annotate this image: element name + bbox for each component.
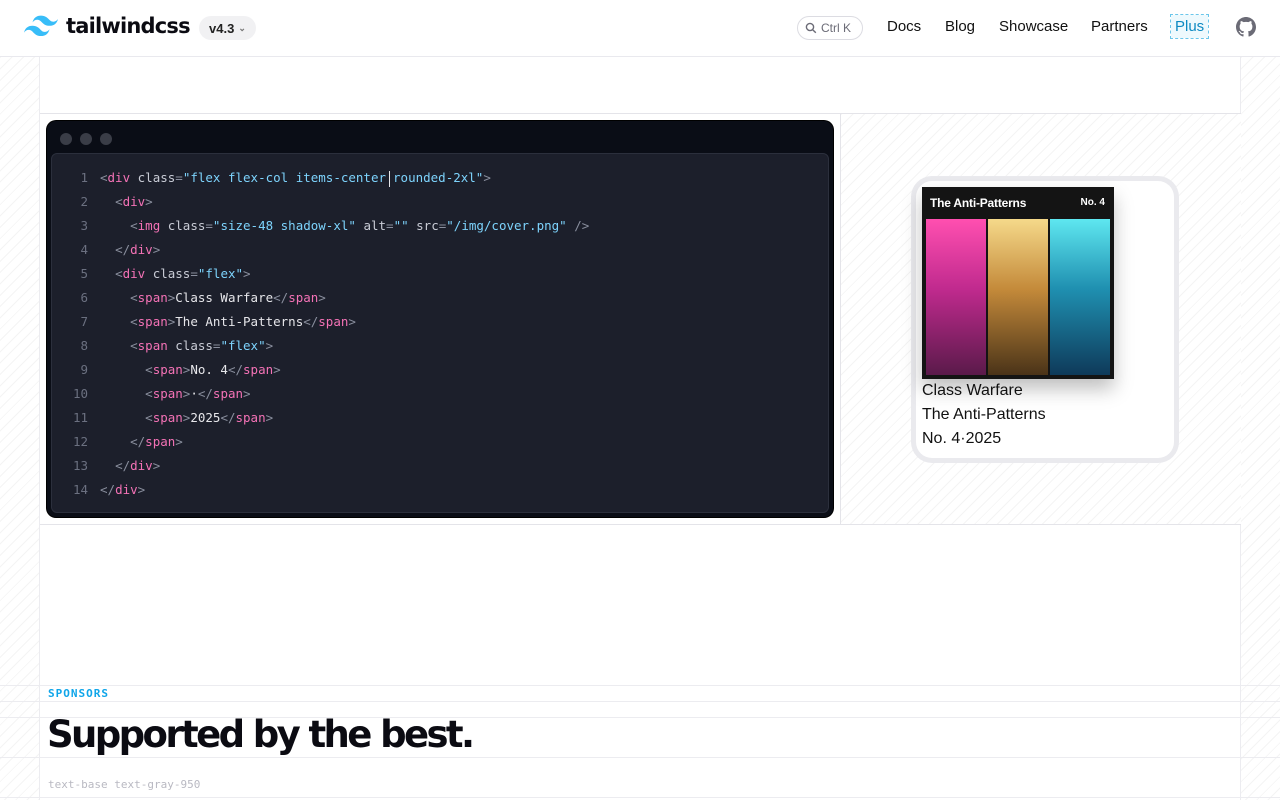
class-value: "size-48 shadow-xl" [212, 218, 356, 233]
text-content: Class Warfare [175, 290, 274, 305]
code-text: <span>No. 4</span> [145, 362, 281, 377]
search-icon [805, 22, 817, 34]
line-number: 3 [80, 218, 88, 233]
line-number: 10 [72, 386, 88, 401]
cover-photo-panel [1050, 219, 1110, 375]
code-text: <span>The Anti-Patterns</span> [130, 314, 356, 329]
line-number: 12 [72, 434, 88, 449]
line-number: 14 [72, 482, 88, 497]
text-content: · [190, 386, 198, 401]
code-text: </div> [115, 458, 161, 473]
code-text: <img class="size-48 shadow-xl" alt="" sr… [130, 218, 590, 233]
code-line: 12 </span> [52, 430, 828, 454]
typography-hint: text-base text-gray-950 [48, 778, 201, 791]
code-text: <span>2025</span> [145, 410, 274, 425]
nav-partners[interactable]: Partners [1091, 18, 1148, 35]
left-gutter-pattern [0, 57, 40, 800]
code-text: <span>Class Warfare</span> [130, 290, 326, 305]
window-dot-icon [60, 133, 72, 145]
class-value: "flex flex-col items-center rounded-2xl" [182, 170, 484, 187]
line-number: 1 [80, 170, 88, 185]
tailwind-logo-icon [24, 15, 58, 37]
class-value: "flex" [197, 266, 244, 281]
grid-line-sponsors-top [0, 685, 1280, 686]
class-value: "flex" [220, 338, 266, 353]
nav-showcase[interactable]: Showcase [999, 18, 1068, 35]
window-dot-icon [100, 133, 112, 145]
grid-line-sponsors-title-bottom [0, 757, 1280, 758]
chevron-down-icon: ⌄ [238, 22, 246, 33]
grid-line-sponsors-label [0, 701, 1280, 702]
band-name: The Anti-Patterns [922, 406, 1046, 423]
cover-number: No. 4 [1080, 197, 1105, 208]
line-number: 6 [80, 290, 88, 305]
code-editor-window: 1 <div class="flex flex-col items-center r… [47, 121, 833, 517]
cover-title: The Anti-Patterns [930, 196, 1027, 210]
text-cursor [389, 170, 391, 187]
sponsors-label: SPONSORS [48, 687, 109, 700]
code-line: 13 </div> [52, 454, 828, 478]
right-gutter-pattern [1241, 57, 1280, 800]
code-line: 3 <img class="size-48 shadow-xl" alt="" … [52, 214, 828, 238]
code-line: 2 <div> [52, 190, 828, 214]
song-title: Class Warfare [922, 382, 1023, 399]
code-line: 1 <div class="flex flex-col items-center r… [52, 166, 828, 190]
version-selector[interactable]: v4.3 ⌄ [199, 16, 256, 40]
line-number: 7 [80, 314, 88, 329]
search-shortcut: Ctrl K [821, 21, 851, 35]
code-text: <span>·</span> [145, 386, 251, 401]
github-icon[interactable] [1236, 17, 1256, 37]
line-number: 13 [72, 458, 88, 473]
window-dot-icon [80, 133, 92, 145]
album-cover: The Anti-Patterns No. 4 [922, 187, 1114, 379]
code-line: 6 <span>Class Warfare</span> [52, 286, 828, 310]
code-line: 9 <span>No. 4</span> [52, 358, 828, 382]
line-number: 4 [80, 242, 88, 257]
brand-wordmark: tailwindcss [66, 14, 191, 38]
site-header: tailwindcss v4.3 ⌄ Ctrl K Docs Blog Show… [0, 0, 1280, 57]
code-line: 5 <div class="flex"> [52, 262, 828, 286]
search-button[interactable]: Ctrl K [797, 16, 863, 40]
code-text: </span> [130, 434, 183, 449]
cover-photo-panel [926, 219, 986, 375]
nav-blog[interactable]: Blog [945, 18, 975, 35]
brand-logo[interactable]: tailwindcss [24, 14, 191, 38]
code-line: 14 </div> [52, 478, 828, 502]
text-content: No. 4 [190, 362, 228, 377]
code-area[interactable]: 1 <div class="flex flex-col items-center r… [51, 153, 829, 513]
code-line: 11 <span>2025</span> [52, 406, 828, 430]
code-line: 7 <span>The Anti-Patterns</span> [52, 310, 828, 334]
text-content: 2025 [190, 410, 221, 425]
src-value: "/img/cover.png" [446, 218, 567, 233]
code-text: <div class="flex flex-col items-center ro… [100, 170, 491, 187]
sponsors-heading: Supported by the best. [47, 713, 475, 756]
version-label: v4.3 [209, 20, 235, 36]
line-number: 2 [80, 194, 88, 209]
code-text: </div> [115, 242, 161, 257]
nav-plus[interactable]: Plus [1169, 14, 1210, 39]
code-line: 4 </div> [52, 238, 828, 262]
code-line: 10 <span>·</span> [52, 382, 828, 406]
line-number: 8 [80, 338, 88, 353]
code-line: 8 <span class="flex"> [52, 334, 828, 358]
line-number: 5 [80, 266, 88, 281]
window-controls [60, 133, 112, 145]
issue-info: No. 4·2025 [922, 430, 1002, 447]
text-content: The Anti-Patterns [175, 314, 304, 329]
line-number: 9 [80, 362, 88, 377]
nav-docs[interactable]: Docs [887, 18, 921, 35]
code-text: <span class="flex"> [130, 338, 274, 353]
code-text: <div> [115, 194, 153, 209]
line-number: 11 [72, 410, 88, 425]
grid-line-sponsors-hint [0, 797, 1280, 798]
code-text: </div> [100, 482, 146, 497]
cover-photo-panel [988, 219, 1048, 375]
code-text: <div class="flex"> [115, 266, 251, 281]
alt-value: "" [393, 218, 409, 233]
